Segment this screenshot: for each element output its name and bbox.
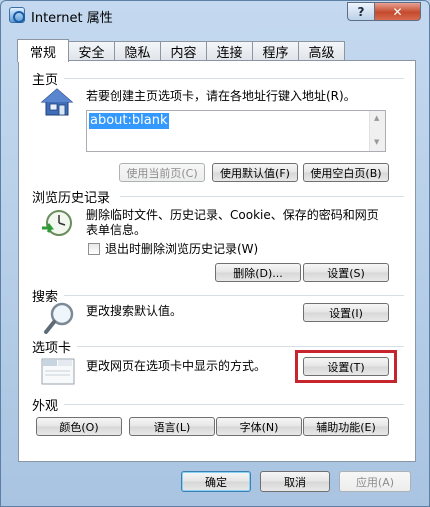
internet-properties-window: Internet 属性 ? ✕ 常规 安全 隐私 内容 连接 程序 高级 主页 … xyxy=(0,0,430,507)
tab-advanced[interactable]: 高级 xyxy=(298,41,345,61)
home-page-address-input[interactable]: about:blank ▲ ▼ xyxy=(86,110,386,152)
history-group-divider xyxy=(120,196,404,197)
use-current-button[interactable]: 使用当前页(C) xyxy=(119,163,205,182)
home-page-address-value: about:blank xyxy=(89,113,169,129)
tab-general[interactable]: 常规 xyxy=(17,39,69,62)
home-group-divider xyxy=(64,78,404,79)
history-description-line1: 删除临时文件、历史记录、Cookie、保存的密码和网页 xyxy=(86,208,379,222)
internet-explorer-icon xyxy=(9,7,25,23)
colors-button[interactable]: 颜色(O) xyxy=(36,417,122,436)
search-description: 更改搜索默认值。 xyxy=(86,304,183,318)
search-settings-button[interactable]: 设置(I) xyxy=(303,303,389,322)
scroll-down-icon[interactable]: ▼ xyxy=(374,138,379,146)
delete-history-on-exit-label: 退出时删除浏览历史记录(W) xyxy=(105,242,259,256)
search-icon xyxy=(44,302,74,334)
tabs-group-label: 选项卡 xyxy=(32,341,72,356)
tabs-group-divider xyxy=(77,346,404,347)
appearance-group-label: 外观 xyxy=(32,399,59,414)
browsing-history-group-label: 浏览历史记录 xyxy=(32,191,111,206)
search-group-divider xyxy=(64,295,404,296)
address-scrollbar[interactable]: ▲ ▼ xyxy=(369,111,385,151)
tab-security[interactable]: 安全 xyxy=(68,41,115,61)
scroll-up-icon[interactable]: ▲ xyxy=(374,114,379,122)
general-tab-panel: 主页 若要创建主页选项卡，请在各地址行键入地址(R)。 about:blank … xyxy=(18,60,416,462)
use-default-button[interactable]: 使用默认值(F) xyxy=(212,163,298,182)
close-button[interactable]: ✕ xyxy=(374,2,421,21)
history-description-line2: 表单信息。 xyxy=(86,223,147,237)
history-clock-icon xyxy=(42,210,72,236)
home-page-description: 若要创建主页选项卡，请在各地址行键入地址(R)。 xyxy=(86,89,356,103)
appearance-group-divider xyxy=(64,404,404,405)
history-settings-button[interactable]: 设置(S) xyxy=(303,263,389,282)
cancel-button[interactable]: 取消 xyxy=(260,471,330,492)
tabs-description: 更改网页在选项卡中显示的方式。 xyxy=(86,359,267,373)
title-bar: Internet 属性 ? ✕ xyxy=(1,1,429,29)
tab-content[interactable]: 内容 xyxy=(160,41,207,61)
home-icon xyxy=(40,88,74,116)
tabs-settings-button[interactable]: 设置(T) xyxy=(303,357,389,376)
fonts-button[interactable]: 字体(N) xyxy=(216,417,302,436)
tab-privacy[interactable]: 隐私 xyxy=(114,41,161,61)
help-button[interactable]: ? xyxy=(347,2,375,21)
languages-button[interactable]: 语言(L) xyxy=(129,417,215,436)
tab-connections[interactable]: 连接 xyxy=(206,41,253,61)
delete-history-on-exit-checkbox[interactable] xyxy=(88,243,100,255)
tab-programs[interactable]: 程序 xyxy=(252,41,299,61)
accessibility-button[interactable]: 辅助功能(E) xyxy=(303,417,389,436)
delete-history-button[interactable]: 删除(D)... xyxy=(215,263,301,282)
tabbed-browsing-icon xyxy=(41,358,75,385)
window-title: Internet 属性 xyxy=(31,11,113,26)
use-blank-button[interactable]: 使用空白页(B) xyxy=(303,163,389,182)
ok-button[interactable]: 确定 xyxy=(181,471,251,492)
apply-button[interactable]: 应用(A) xyxy=(339,471,411,492)
